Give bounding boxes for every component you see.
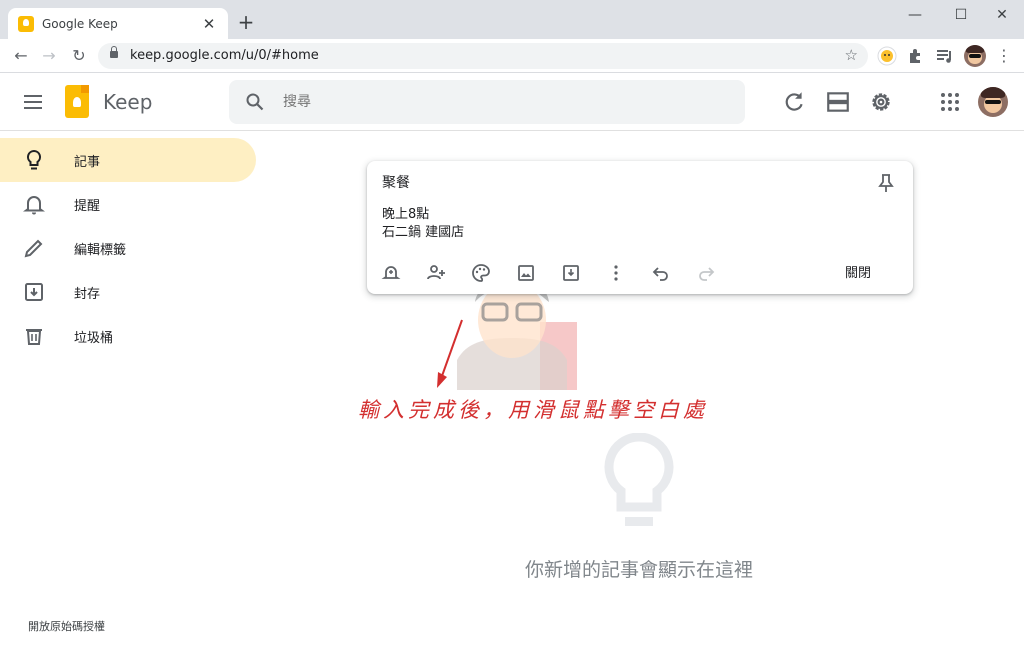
minimize-button[interactable]: — [900, 6, 930, 26]
main-menu-icon[interactable] [24, 95, 42, 109]
keep-logo-icon[interactable] [65, 85, 89, 118]
note-body[interactable]: 晚上8點 石二鍋 建國店 [382, 206, 464, 242]
empty-state-lightbulb-icon [604, 433, 674, 526]
archive-note-icon[interactable] [560, 262, 582, 284]
open-source-license-link[interactable]: 開放原始碼授權 [28, 618, 105, 634]
pencil-icon [24, 239, 43, 258]
account-avatar[interactable] [978, 87, 1008, 117]
note-line: 晚上8點 [382, 207, 430, 222]
google-apps-icon[interactable] [941, 93, 959, 111]
browser-menu-icon[interactable]: ⋮ [993, 45, 1015, 67]
extension-emoji-icon[interactable] [877, 46, 897, 66]
note-title[interactable]: 聚餐 [382, 172, 410, 192]
bell-icon [23, 196, 45, 215]
search-icon[interactable] [246, 93, 264, 111]
sidebar-item-label: 記事 [74, 154, 101, 170]
refresh-icon[interactable] [781, 89, 807, 115]
redo-icon[interactable] [695, 262, 717, 284]
address-bar[interactable]: keep.google.com/u/0/#home ☆ [98, 43, 868, 69]
list-view-icon[interactable] [825, 89, 851, 115]
browser-titlebar: Google Keep ✕ + — ☐ ✕ [0, 0, 1024, 39]
sidebar-item-notes[interactable]: 記事 [0, 138, 256, 182]
forward-arrow-icon[interactable]: → [38, 45, 60, 67]
browser-profile-avatar[interactable] [964, 45, 986, 67]
sidebar-item-label: 提醒 [74, 198, 101, 214]
browser-toolbar: ← → ↻ keep.google.com/u/0/#home ☆ ⋮ [0, 39, 1024, 73]
note-close-button[interactable]: 關閉 [839, 261, 877, 282]
search-bar[interactable] [229, 80, 745, 124]
search-input[interactable] [281, 92, 721, 112]
sidebar-item-trash[interactable]: 垃圾桶 [0, 314, 256, 358]
sidebar-item-edit-labels[interactable]: 編輯標籤 [0, 226, 256, 270]
tab-title: Google Keep [42, 16, 118, 31]
annotation-text: 輸入完成後，用滑鼠點擊空白處 [358, 398, 708, 422]
note-line: 石二鍋 建國店 [382, 225, 465, 240]
back-arrow-icon[interactable]: ← [10, 45, 32, 67]
palette-icon[interactable] [470, 262, 492, 284]
note-editor[interactable]: 聚餐 晚上8點 石二鍋 建國店 關閉 [367, 161, 913, 294]
undo-icon[interactable] [650, 262, 672, 284]
trash-icon [26, 329, 42, 345]
bookmark-star-icon[interactable]: ☆ [845, 46, 858, 64]
tab-close-icon[interactable]: ✕ [200, 15, 218, 33]
more-options-icon[interactable] [605, 262, 627, 284]
add-image-icon[interactable] [515, 262, 537, 284]
window-close-button[interactable]: ✕ [987, 6, 1017, 26]
empty-state-message: 你新增的記事會顯示在這裡 [524, 559, 753, 581]
sidebar-item-label: 編輯標籤 [74, 242, 127, 258]
pin-icon[interactable] [877, 173, 895, 193]
lightbulb-icon [26, 149, 42, 170]
lock-icon [110, 46, 118, 58]
settings-gear-icon[interactable] [868, 89, 894, 115]
keep-favicon-icon [18, 15, 34, 32]
sidebar-item-archive[interactable]: 封存 [0, 270, 256, 314]
remind-me-bell-icon[interactable] [380, 262, 402, 284]
sidebar-item-label: 封存 [74, 286, 101, 302]
new-tab-button[interactable]: + [236, 11, 256, 35]
browser-tab[interactable]: Google Keep ✕ [8, 8, 228, 39]
keep-header: Keep [0, 73, 1024, 131]
sidebar-item-label: 垃圾桶 [74, 330, 114, 346]
url-text: keep.google.com/u/0/#home [130, 48, 319, 63]
extensions-puzzle-icon[interactable] [906, 46, 926, 66]
reload-icon[interactable]: ↻ [68, 45, 90, 67]
annotation-arrow-icon [437, 319, 463, 388]
maximize-button[interactable]: ☐ [946, 6, 976, 26]
media-control-icon[interactable] [935, 46, 955, 66]
collaborator-add-icon[interactable] [425, 262, 447, 284]
archive-icon [25, 283, 43, 301]
app-name[interactable]: Keep [103, 90, 152, 114]
sidebar-item-reminders[interactable]: 提醒 [0, 182, 256, 226]
